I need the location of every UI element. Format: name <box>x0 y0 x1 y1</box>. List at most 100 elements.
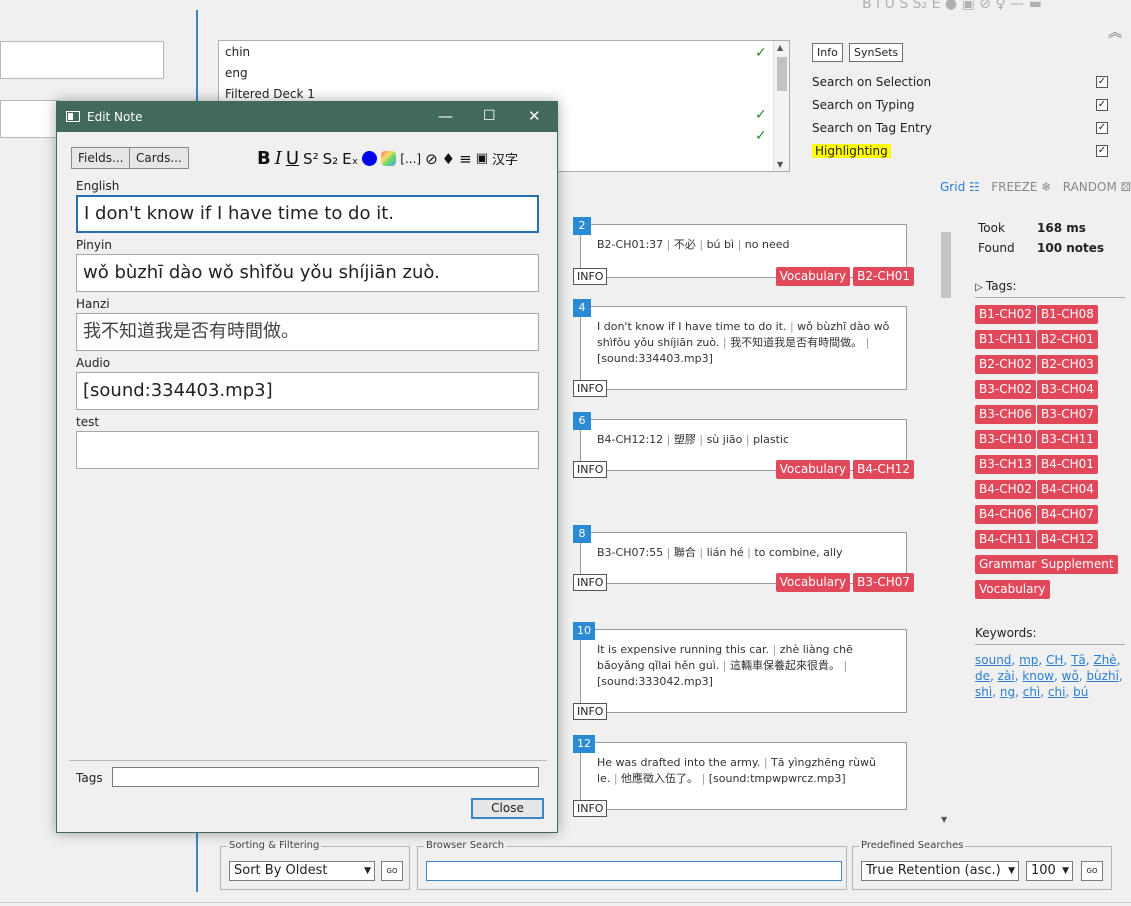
tag-badge[interactable]: B3-CH04 <box>1037 380 1098 399</box>
text-color-icon[interactable] <box>362 151 378 166</box>
browser-search-input[interactable] <box>426 861 842 881</box>
cards-button[interactable]: Cards... <box>129 147 189 169</box>
test-field[interactable] <box>76 431 539 469</box>
collapse-icon[interactable]: ︽ <box>1108 22 1122 42</box>
results-scrollbar[interactable]: ▼ <box>940 224 952 824</box>
scroll-thumb[interactable] <box>941 232 951 298</box>
card-tag[interactable]: Vocabulary <box>775 267 851 286</box>
close-button[interactable]: Close <box>471 798 544 819</box>
sort-go-button[interactable]: GO <box>381 861 403 881</box>
tag-badge[interactable]: B1-CH11 <box>975 330 1036 349</box>
keyword-link[interactable]: ng <box>1000 685 1015 699</box>
keyword-link[interactable]: sound <box>975 653 1011 667</box>
left-input-bottom[interactable] <box>0 100 60 138</box>
keyword-link[interactable]: de <box>975 669 990 683</box>
deck-item[interactable]: chin <box>225 45 250 65</box>
random-toggle[interactable]: RANDOM ⚄ <box>1063 180 1131 194</box>
english-field[interactable]: I don't know if I have time to do it. <box>76 195 539 233</box>
predefined-search-dropdown[interactable]: True Retention (asc.) ▼ <box>861 861 1019 881</box>
tag-badge[interactable]: B3-CH02 <box>975 380 1036 399</box>
tag-badge[interactable]: B4-CH12 <box>1037 530 1098 549</box>
card-info-button[interactable]: INFO <box>573 574 608 591</box>
tag-badge[interactable]: B4-CH01 <box>1037 455 1098 474</box>
close-icon[interactable]: ✕ <box>528 107 541 125</box>
tag-badge[interactable]: Grammar <box>975 555 1041 574</box>
tag-badge[interactable]: Supplement <box>1037 555 1118 574</box>
tag-badge[interactable]: Vocabulary <box>975 580 1050 599</box>
card-info-button[interactable]: INFO <box>573 461 608 478</box>
highlighting-checkbox[interactable]: ✓ <box>1096 145 1108 157</box>
deck-item[interactable]: eng <box>225 66 248 86</box>
scroll-down-icon[interactable]: ▼ <box>777 160 783 169</box>
tag-badge[interactable]: B4-CH06 <box>975 505 1036 524</box>
keyword-link[interactable]: Tā <box>1071 653 1086 667</box>
info-button[interactable]: Info <box>812 43 843 62</box>
minimize-icon[interactable]: — <box>438 107 453 125</box>
keyword-link[interactable]: wǒ <box>1062 669 1079 683</box>
image-icon[interactable]: ▣ <box>476 151 488 166</box>
predefined-go-button[interactable]: GO <box>1081 861 1103 881</box>
tag-badge[interactable]: B3-CH06 <box>975 405 1036 424</box>
result-card[interactable]: 6 B4-CH12:12 | 塑膠 | sù jiāo | plastic IN… <box>573 412 914 479</box>
card-info-button[interactable]: INFO <box>573 703 608 720</box>
superscript-icon[interactable]: S² <box>303 150 319 168</box>
keyword-link[interactable]: mp <box>1019 653 1038 667</box>
card-info-button[interactable]: INFO <box>573 800 608 817</box>
keyword-link[interactable]: bú <box>1073 685 1088 699</box>
count-dropdown[interactable]: 100 ▼ <box>1026 861 1073 881</box>
clear-format-icon[interactable]: Eₓ <box>342 150 358 168</box>
tag-badge[interactable]: B1-CH02 <box>975 305 1036 324</box>
tag-badge[interactable]: B2-CH02 <box>975 355 1036 374</box>
keyword-link[interactable]: bùzhī <box>1086 669 1118 683</box>
underline-icon[interactable]: U <box>286 148 299 169</box>
attach-icon[interactable]: ⊘ <box>425 150 438 168</box>
tag-badge[interactable]: B3-CH10 <box>975 430 1036 449</box>
grid-toggle[interactable]: Grid ☷ <box>940 180 980 194</box>
keyword-link[interactable]: CH <box>1046 653 1063 667</box>
scroll-thumb[interactable] <box>777 57 787 91</box>
tag-badge[interactable]: B4-CH11 <box>975 530 1036 549</box>
card-info-button[interactable]: INFO <box>573 380 608 397</box>
search-on-typing-checkbox[interactable]: ✓ <box>1096 99 1108 111</box>
search-on-selection-checkbox[interactable]: ✓ <box>1096 76 1108 88</box>
card-tag[interactable]: B3-CH07 <box>853 573 914 592</box>
tag-badge[interactable]: B3-CH07 <box>1037 405 1098 424</box>
tag-badge[interactable]: B1-CH08 <box>1037 305 1098 324</box>
scroll-up-icon[interactable]: ▲ <box>777 43 783 52</box>
highlight-color-icon[interactable] <box>381 151 397 166</box>
pinyin-field[interactable]: wǒ bùzhī dào wǒ shìfǒu yǒu shíjiān zuò. <box>76 254 539 292</box>
card-info-button[interactable]: INFO <box>573 268 608 285</box>
fields-button[interactable]: Fields... <box>71 147 131 169</box>
synsets-button[interactable]: SynSets <box>849 43 904 62</box>
keyword-link[interactable]: chi <box>1048 685 1066 699</box>
deck-list-scrollbar[interactable]: ▲ ▼ <box>773 41 789 171</box>
menu-icon[interactable]: ≡ <box>459 150 472 168</box>
tag-badge[interactable]: B4-CH04 <box>1037 480 1098 499</box>
cloze-icon[interactable]: [...] <box>400 152 421 166</box>
tag-badge[interactable]: B3-CH11 <box>1037 430 1098 449</box>
tag-badge[interactable]: B2-CH03 <box>1037 355 1098 374</box>
keyword-link[interactable]: chì <box>1023 685 1041 699</box>
scroll-down-icon[interactable]: ▼ <box>941 815 947 824</box>
tag-badge[interactable]: B2-CH01 <box>1037 330 1098 349</box>
record-icon[interactable]: ♦ <box>442 150 455 168</box>
card-tag[interactable]: B4-CH12 <box>853 460 914 479</box>
subscript-icon[interactable]: S₂ <box>323 150 339 168</box>
italic-icon[interactable]: I <box>275 148 282 169</box>
maximize-icon[interactable]: ☐ <box>483 108 496 124</box>
card-tag[interactable]: B2-CH01 <box>853 267 914 286</box>
tag-badge[interactable]: B4-CH02 <box>975 480 1036 499</box>
card-tag[interactable]: Vocabulary <box>775 460 851 479</box>
dialog-titlebar[interactable]: Edit Note — ☐ ✕ <box>57 102 557 132</box>
audio-field[interactable]: [sound:334403.mp3] <box>76 372 539 410</box>
freeze-toggle[interactable]: FREEZE ❄ <box>991 180 1051 194</box>
tags-input[interactable] <box>112 767 539 787</box>
keyword-link[interactable]: zài <box>998 669 1015 683</box>
hanzi-field[interactable]: 我不知道我是否有時間做。 <box>76 313 539 351</box>
keyword-link[interactable]: Zhè <box>1093 653 1116 667</box>
result-card[interactable]: 4 I don't know if I have time to do it. … <box>573 299 907 397</box>
result-card[interactable]: 12 He was drafted into the army. | Tā yì… <box>573 735 907 817</box>
result-card[interactable]: 8 B3-CH07:55 | 聯合 | lián hé | to combine… <box>573 525 914 592</box>
result-card[interactable]: 10 It is expensive running this car. | z… <box>573 622 907 720</box>
left-input-top[interactable] <box>0 41 164 79</box>
